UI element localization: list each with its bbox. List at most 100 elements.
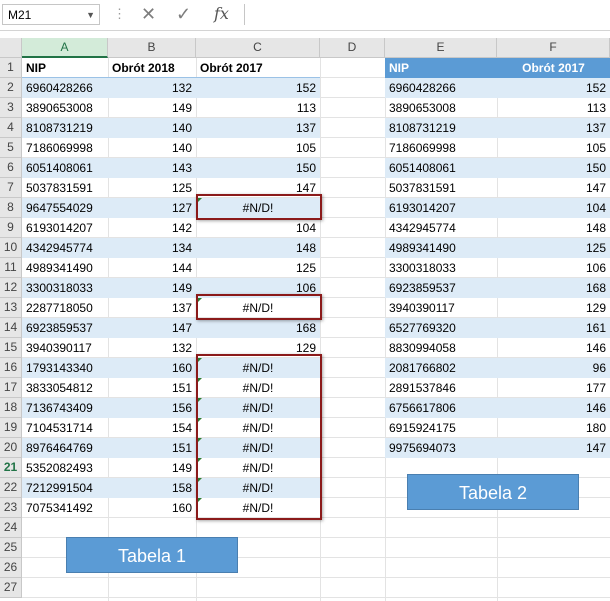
- table2-2017-cell[interactable]: 146: [497, 338, 610, 358]
- table1-nip-cell[interactable]: 3890653008: [22, 98, 108, 118]
- table1-nip-cell[interactable]: 7186069998: [22, 138, 108, 158]
- row-header-20[interactable]: 20: [0, 438, 22, 458]
- row-header-2[interactable]: 2: [0, 78, 22, 98]
- table2-nip-cell[interactable]: 4989341490: [385, 238, 497, 258]
- table2-nip-cell[interactable]: 6923859537: [385, 278, 497, 298]
- table1-nip-cell[interactable]: 8976464769: [22, 438, 108, 458]
- table2-2017-cell[interactable]: 96: [497, 358, 610, 378]
- table1-2017-cell[interactable]: 125: [196, 258, 320, 278]
- row-header-15[interactable]: 15: [0, 338, 22, 358]
- table2-header-cell[interactable]: Obrót 2017: [497, 58, 610, 78]
- cancel-icon[interactable]: ✕: [141, 3, 156, 25]
- table1-2018-cell[interactable]: 149: [108, 458, 196, 478]
- table1-nip-cell[interactable]: 6923859537: [22, 318, 108, 338]
- column-header-b[interactable]: B: [108, 38, 196, 58]
- table1-2018-cell[interactable]: 158: [108, 478, 196, 498]
- table2-2017-cell[interactable]: 106: [497, 258, 610, 278]
- table2-nip-cell[interactable]: 8830994058: [385, 338, 497, 358]
- table1-2018-cell[interactable]: 160: [108, 498, 196, 518]
- table2-nip-cell[interactable]: 2081766802: [385, 358, 497, 378]
- table2-nip-cell[interactable]: 2891537846: [385, 378, 497, 398]
- row-header-24[interactable]: 24: [0, 518, 22, 538]
- row-header-4[interactable]: 4: [0, 118, 22, 138]
- table1-header-cell[interactable]: Obrót 2018: [108, 58, 196, 78]
- table2-2017-cell[interactable]: 104: [497, 198, 610, 218]
- table2-2017-cell[interactable]: 168: [497, 278, 610, 298]
- row-header-8[interactable]: 8: [0, 198, 22, 218]
- row-header-5[interactable]: 5: [0, 138, 22, 158]
- row-header-26[interactable]: 26: [0, 558, 22, 578]
- table1-2018-cell[interactable]: 142: [108, 218, 196, 238]
- table2-2017-cell[interactable]: 180: [497, 418, 610, 438]
- insert-function-icon[interactable]: fx: [214, 4, 229, 23]
- table1-nip-cell[interactable]: 7075341492: [22, 498, 108, 518]
- row-header-7[interactable]: 7: [0, 178, 22, 198]
- row-header-11[interactable]: 11: [0, 258, 22, 278]
- more-options-icon[interactable]: ⋮: [113, 7, 126, 21]
- table2-nip-cell[interactable]: 5037831591: [385, 178, 497, 198]
- table1-nip-cell[interactable]: 3940390117: [22, 338, 108, 358]
- table2-2017-cell[interactable]: 147: [497, 178, 610, 198]
- table1-2017-cell[interactable]: 113: [196, 98, 320, 118]
- table1-2018-cell[interactable]: 160: [108, 358, 196, 378]
- row-header-17[interactable]: 17: [0, 378, 22, 398]
- table2-nip-cell[interactable]: 6527769320: [385, 318, 497, 338]
- table1-2017-cell[interactable]: 148: [196, 238, 320, 258]
- table1-2017-cell[interactable]: 105: [196, 138, 320, 158]
- table2-2017-cell[interactable]: 148: [497, 218, 610, 238]
- table1-nip-cell[interactable]: 8108731219: [22, 118, 108, 138]
- row-header-12[interactable]: 12: [0, 278, 22, 298]
- row-header-6[interactable]: 6: [0, 158, 22, 178]
- table1-header-cell[interactable]: Obrót 2017: [196, 58, 320, 78]
- row-header-25[interactable]: 25: [0, 538, 22, 558]
- formula-input[interactable]: [244, 4, 610, 25]
- table2-2017-cell[interactable]: 152: [497, 78, 610, 98]
- row-header-9[interactable]: 9: [0, 218, 22, 238]
- table2-2017-cell[interactable]: 125: [497, 238, 610, 258]
- table1-nip-cell[interactable]: 6051408061: [22, 158, 108, 178]
- table1-nip-cell[interactable]: 7136743409: [22, 398, 108, 418]
- table2-nip-cell[interactable]: 4342945774: [385, 218, 497, 238]
- table2-2017-cell[interactable]: 177: [497, 378, 610, 398]
- table1-nip-cell[interactable]: 6193014207: [22, 218, 108, 238]
- table2-2017-cell[interactable]: 129: [497, 298, 610, 318]
- table2-nip-cell[interactable]: 7186069998: [385, 138, 497, 158]
- table2-header-cell[interactable]: NIP: [385, 58, 497, 78]
- table2-nip-cell[interactable]: 9975694073: [385, 438, 497, 458]
- worksheet-grid[interactable]: NIP Obrót 2018 Obrót 2017 6960428266 132 152 3…: [22, 58, 610, 601]
- table1-2018-cell[interactable]: 140: [108, 138, 196, 158]
- column-header-c[interactable]: C: [196, 38, 320, 58]
- table1-2017-cell[interactable]: 152: [196, 78, 320, 98]
- table1-2018-cell[interactable]: 149: [108, 98, 196, 118]
- table2-nip-cell[interactable]: 6051408061: [385, 158, 497, 178]
- table1-nip-cell[interactable]: 2287718050: [22, 298, 108, 318]
- table2-nip-cell[interactable]: 3890653008: [385, 98, 497, 118]
- row-header-23[interactable]: 23: [0, 498, 22, 518]
- table2-nip-cell[interactable]: 6960428266: [385, 78, 497, 98]
- table2-nip-cell[interactable]: 6193014207: [385, 198, 497, 218]
- table1-nip-cell[interactable]: 1793143340: [22, 358, 108, 378]
- table2-nip-cell[interactable]: 3300318033: [385, 258, 497, 278]
- table1-nip-cell[interactable]: 5352082493: [22, 458, 108, 478]
- table1-2018-cell[interactable]: 125: [108, 178, 196, 198]
- row-header-21[interactable]: 21: [0, 458, 22, 478]
- select-all-corner[interactable]: [0, 38, 22, 58]
- chevron-down-icon[interactable]: ▼: [86, 5, 95, 26]
- row-header-3[interactable]: 3: [0, 98, 22, 118]
- row-header-16[interactable]: 16: [0, 358, 22, 378]
- table1-nip-cell[interactable]: 9647554029: [22, 198, 108, 218]
- row-header-1[interactable]: 1: [0, 58, 22, 78]
- row-header-18[interactable]: 18: [0, 398, 22, 418]
- table1-header-cell[interactable]: NIP: [22, 58, 108, 78]
- table1-2018-cell[interactable]: 144: [108, 258, 196, 278]
- table2-2017-cell[interactable]: 137: [497, 118, 610, 138]
- column-header-a[interactable]: A: [22, 38, 108, 58]
- row-header-22[interactable]: 22: [0, 478, 22, 498]
- table1-2018-cell[interactable]: 151: [108, 438, 196, 458]
- row-header-27[interactable]: 27: [0, 578, 22, 598]
- table1-nip-cell[interactable]: 5037831591: [22, 178, 108, 198]
- table2-2017-cell[interactable]: 113: [497, 98, 610, 118]
- table2-nip-cell[interactable]: 6915924175: [385, 418, 497, 438]
- table1-2017-cell[interactable]: 150: [196, 158, 320, 178]
- table1-2018-cell[interactable]: 127: [108, 198, 196, 218]
